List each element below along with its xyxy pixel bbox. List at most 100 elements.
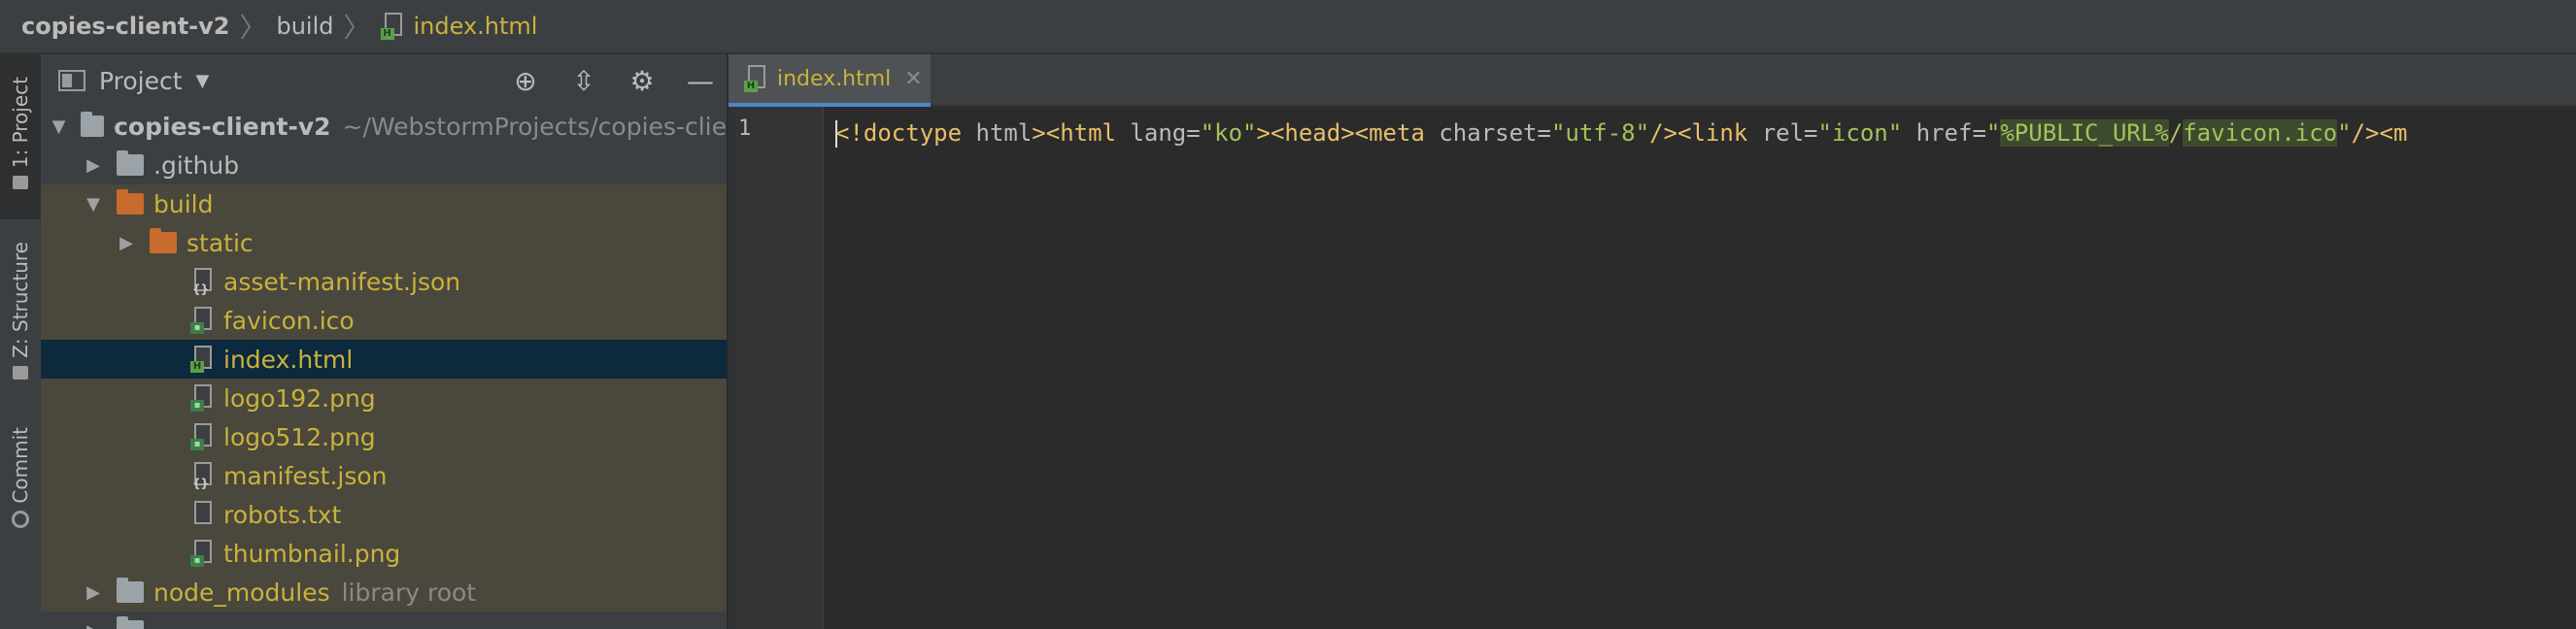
html-file-icon: H (380, 13, 406, 40)
breadcrumb-folder[interactable]: build (276, 13, 333, 40)
code-token: href= (1902, 119, 1986, 147)
tab-project[interactable]: 1: Project (0, 54, 41, 219)
tree-item-logo192[interactable]: ▪ logo192.png (41, 379, 727, 417)
tree-item-node-modules[interactable]: ▶ node_modules library root (41, 573, 727, 612)
collapsed-arrow-icon[interactable]: ▶ (84, 621, 103, 629)
tree-item-label: manifest.json (223, 461, 388, 490)
breadcrumb: copies-client-v2 〉 build 〉 H index.html (0, 0, 2576, 54)
tab-structure-label: Z: Structure (9, 242, 32, 358)
breadcrumb-root[interactable]: copies-client-v2 (21, 13, 229, 40)
tree-item-static[interactable]: ▶ static (41, 223, 727, 262)
close-icon[interactable]: ✕ (904, 67, 922, 91)
tab-commit[interactable]: Commit (0, 414, 41, 549)
structure-icon (13, 365, 28, 380)
tree-item-thumbnail[interactable]: ▪ thumbnail.png (41, 534, 727, 573)
text-file-icon (190, 501, 216, 528)
excluded-folder-icon (117, 189, 144, 215)
code-token: "icon" (1817, 119, 1903, 147)
collapsed-arrow-icon[interactable]: ▶ (84, 582, 103, 603)
folder-icon (117, 578, 144, 603)
code-token: lang= (1116, 119, 1201, 147)
editor-tabs: H index.html ✕ (729, 54, 2576, 107)
project-panel: Project ▼ ⊕ ⇳ ⚙ — ▼ copies-client-v2 ~/W… (41, 54, 729, 629)
breadcrumb-separator: 〉 (343, 12, 371, 44)
image-file-icon: ▪ (190, 307, 216, 334)
gear-icon[interactable]: ⚙ (626, 65, 659, 97)
code-token-highlight: %PUBLIC_URL% (2000, 119, 2169, 147)
folder-icon (117, 150, 144, 176)
html-file-icon: H (190, 346, 216, 373)
tab-index-html[interactable]: H index.html ✕ (729, 54, 931, 107)
project-panel-title[interactable]: Project (99, 67, 183, 95)
expanded-arrow-icon[interactable]: ▼ (51, 116, 67, 137)
folder-icon (117, 616, 144, 629)
image-file-icon: ▪ (190, 540, 216, 567)
image-file-icon: ▪ (190, 423, 216, 450)
tree-item-label: logo192.png (223, 383, 376, 413)
breadcrumb-file[interactable]: index.html (414, 13, 538, 40)
tree-item-project-root[interactable]: ▼ copies-client-v2 ~/WebstormProjects/co… (41, 107, 727, 146)
tool-window-strip: 1: Project Z: Structure Commit (0, 54, 43, 629)
folder-icon (13, 176, 28, 190)
expanded-arrow-icon[interactable]: ▼ (84, 194, 103, 215)
tree-item-label: copies-client-v2 (114, 112, 331, 141)
code-line[interactable]: <!doctype html><html lang="ko"><head><me… (835, 116, 2407, 149)
code-token: /><link (1649, 119, 1748, 147)
tree-item-manifest[interactable]: {} manifest.json (41, 456, 727, 495)
line-number: 1 (738, 116, 752, 141)
tree-item-github[interactable]: ▶ .github (41, 146, 727, 184)
code-token: /><m (2351, 119, 2408, 147)
tree-item-build[interactable]: ▼ build (41, 184, 727, 223)
collapsed-arrow-icon[interactable]: ▶ (84, 155, 103, 176)
code-token: ><head><meta (1256, 119, 1425, 147)
collapsed-arrow-icon[interactable]: ▶ (117, 233, 136, 253)
code-token: "utf-8" (1550, 119, 1650, 147)
tree-item-label: thumbnail.png (223, 539, 401, 568)
code-token: html (962, 119, 1033, 147)
tree-item-label: favicon.ico (223, 306, 355, 335)
tab-structure[interactable]: Z: Structure (0, 237, 41, 392)
line-gutter: 1 (729, 107, 824, 629)
code-token: " (1985, 119, 2001, 147)
tab-commit-label: Commit (9, 426, 32, 504)
locate-icon[interactable]: ⊕ (509, 65, 542, 97)
html-file-icon: H (744, 65, 769, 92)
code-token: <!doctype (835, 119, 963, 147)
hide-icon[interactable]: — (684, 65, 717, 97)
project-panel-toolbar: ⊕ ⇳ ⚙ — (509, 54, 717, 107)
tree-item-label: logo512.png (223, 422, 376, 451)
tree-item-label: build (153, 189, 214, 218)
image-file-icon: ▪ (190, 384, 216, 412)
chevron-down-icon[interactable]: ▼ (196, 71, 210, 91)
tree-item-favicon[interactable]: ▪ favicon.ico (41, 301, 727, 340)
excluded-folder-icon (150, 228, 177, 253)
code-token: " (2337, 119, 2352, 147)
library-root-hint: library root (341, 578, 477, 607)
code-token: "ko" (1200, 119, 1257, 147)
code-token: charset= (1424, 119, 1551, 147)
code-token: ><html (1032, 119, 1116, 147)
breadcrumb-separator: 〉 (239, 12, 267, 44)
tree-item-partial[interactable]: ▶ (41, 612, 727, 629)
code-token: rel= (1747, 119, 1818, 147)
project-tree: ▼ copies-client-v2 ~/WebstormProjects/co… (41, 107, 727, 629)
tree-item-robots[interactable]: robots.txt (41, 495, 727, 534)
tree-item-asset-manifest[interactable]: {} asset-manifest.json (41, 262, 727, 301)
tab-label: index.html (777, 66, 892, 91)
code-token: / (2168, 119, 2184, 147)
tree-item-label: robots.txt (223, 500, 342, 529)
project-icon (58, 70, 85, 91)
tree-item-label: .github (153, 150, 240, 180)
commit-icon (12, 511, 29, 529)
folder-icon (81, 112, 105, 137)
json-file-icon: {} (190, 462, 216, 489)
tree-item-logo512[interactable]: ▪ logo512.png (41, 417, 727, 456)
tree-item-label: asset-manifest.json (223, 267, 461, 296)
tab-project-label: 1: Project (9, 76, 32, 169)
collapse-all-icon[interactable]: ⇳ (567, 65, 600, 97)
project-panel-header: Project ▼ ⊕ ⇳ ⚙ — (41, 54, 727, 107)
json-file-icon: {} (190, 268, 216, 295)
tree-item-label: index.html (223, 345, 354, 374)
tree-item-label: static (186, 228, 254, 257)
tree-item-index-html[interactable]: H index.html (41, 340, 727, 379)
